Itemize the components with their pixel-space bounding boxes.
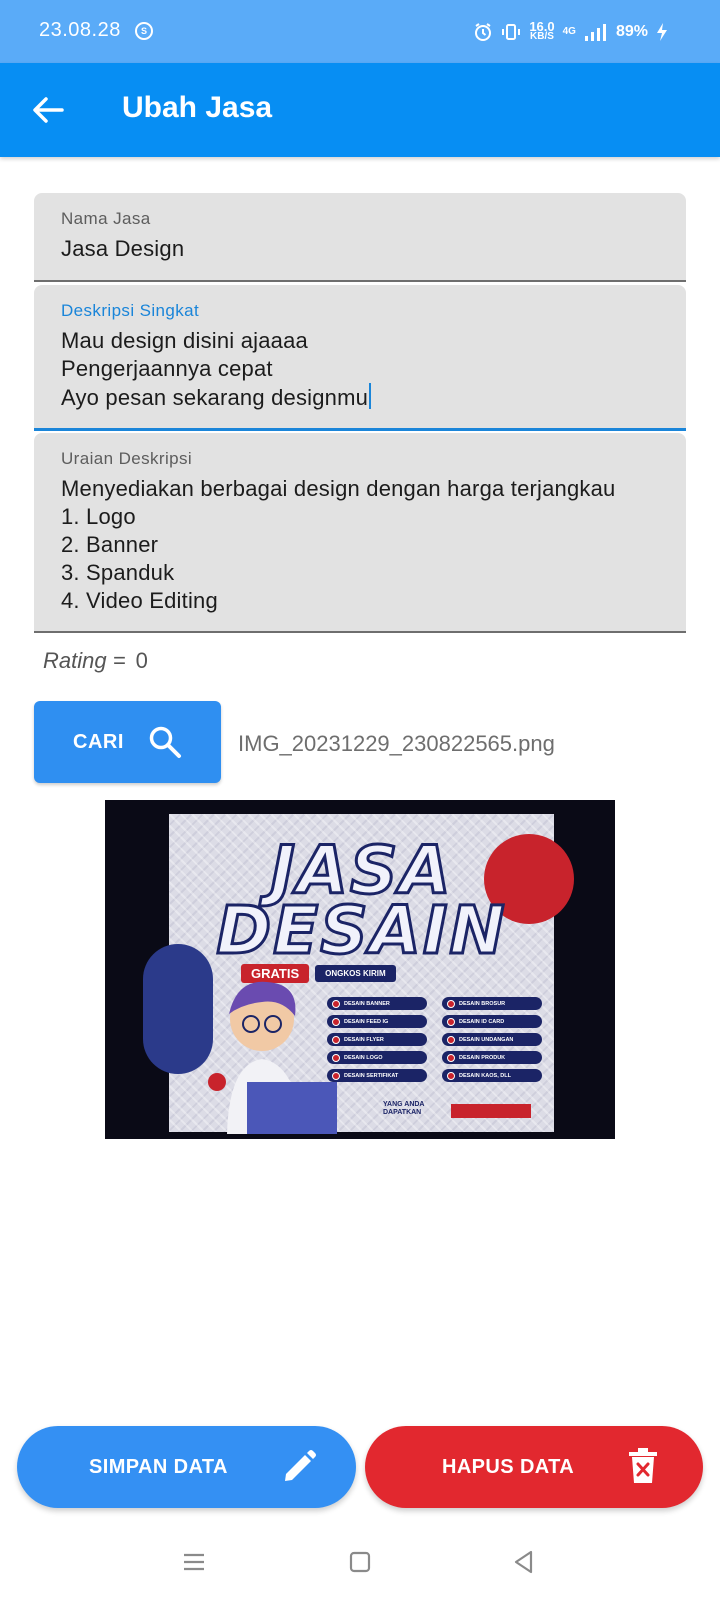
selected-file-name: IMG_20231229_230822565.png <box>238 731 555 756</box>
poster-item: DESAIN FLYER <box>327 1033 427 1046</box>
deskripsi-singkat-label: Deskripsi Singkat <box>61 301 200 320</box>
image-preview: JASA DESAIN GRATIS ONGKOS KIRIM DESAIN B… <box>105 800 615 1139</box>
poster-list-right: DESAIN BROSUR DESAIN ID CARD DESAIN UNDA… <box>442 997 542 1082</box>
poster-footer-line1: YANG ANDA <box>383 1101 425 1108</box>
poster-item: DESAIN BROSUR <box>442 997 542 1010</box>
poster-footer: YANG ANDA DAPATKAN <box>383 1101 425 1117</box>
nama-jasa-field[interactable]: Nama Jasa Jasa Design <box>34 193 686 282</box>
page-title: Ubah Jasa <box>122 91 273 124</box>
poster-character-illustration <box>208 981 337 1134</box>
home-icon[interactable] <box>344 1546 376 1578</box>
poster-list-left: DESAIN BANNER DESAIN FEED IG DESAIN FLYE… <box>327 997 427 1082</box>
poster-item: DESAIN BANNER <box>327 997 427 1010</box>
rating-label: Rating = <box>43 648 126 673</box>
hapus-data-label: HAPUS DATA <box>442 1455 575 1478</box>
uraian-deskripsi-label: Uraian Deskripsi <box>61 449 193 468</box>
poster-item: DESAIN ID CARD <box>442 1015 542 1028</box>
network-speed: 16.0 KB/S <box>529 20 554 42</box>
deskripsi-singkat-input[interactable]: Mau design disini ajaaaa Pengerjaannya c… <box>61 327 659 412</box>
status-icons: 16.0 KB/S 4G 89% <box>473 20 668 44</box>
battery-percent: 89% <box>615 23 648 40</box>
poster-item: DESAIN KAOS, DLL <box>442 1069 542 1082</box>
uraian-deskripsi-field[interactable]: Uraian Deskripsi Menyediakan berbagai de… <box>34 433 686 633</box>
simpan-data-button[interactable]: SIMPAN DATA <box>17 1426 356 1508</box>
nama-jasa-input[interactable]: Jasa Design <box>61 235 659 263</box>
poster-footer-line2: DAPATKAN <box>383 1109 422 1116</box>
recent-apps-icon[interactable] <box>178 1546 210 1578</box>
alarm-icon <box>475 23 492 41</box>
cari-button-label: CARI <box>73 730 124 753</box>
app-bar: Ubah Jasa <box>0 63 720 157</box>
rating-display: Rating = 0 <box>43 648 148 674</box>
simpan-data-label: SIMPAN DATA <box>89 1455 228 1478</box>
back-button[interactable] <box>28 90 68 130</box>
vibrate-icon <box>502 24 521 40</box>
deskripsi-singkat-text: Mau design disini ajaaaa Pengerjaannya c… <box>61 328 369 410</box>
charging-icon <box>657 23 667 41</box>
status-time: 23.08.28 <box>39 19 121 41</box>
back-nav-icon[interactable] <box>508 1546 540 1578</box>
text-caret <box>369 383 372 409</box>
network-type-label: 4G <box>562 26 576 37</box>
poster-title-line2: DESAIN <box>215 891 507 971</box>
rating-value: 0 <box>135 648 148 673</box>
poster-image: JASA DESAIN GRATIS ONGKOS KIRIM DESAIN B… <box>143 814 574 1134</box>
status-bar: 23.08.28 S 16.0 KB/S 4G 89% <box>0 0 720 63</box>
arrow-left-icon <box>33 97 64 123</box>
trash-icon <box>629 1448 657 1483</box>
poster-item: DESAIN PRODUK <box>442 1051 542 1064</box>
poster-item: DESAIN LOGO <box>327 1051 427 1064</box>
pencil-icon <box>285 1450 316 1481</box>
poster-footer-box <box>451 1104 531 1118</box>
hapus-data-button[interactable]: HAPUS DATA <box>365 1426 703 1508</box>
nama-jasa-label: Nama Jasa <box>61 209 151 228</box>
system-navigation-bar <box>0 1520 720 1600</box>
deskripsi-singkat-field[interactable]: Deskripsi Singkat Mau design disini ajaa… <box>34 285 686 431</box>
sync-icon: S <box>135 22 153 40</box>
poster-item: DESAIN SERTIFIKAT <box>327 1069 427 1082</box>
search-icon <box>149 726 181 758</box>
poster-item: DESAIN FEED IG <box>327 1015 427 1028</box>
signal-icon <box>584 24 606 41</box>
cari-image-button[interactable]: CARI <box>34 701 221 783</box>
network-speed-unit: KB/S <box>530 31 554 42</box>
poster-item: DESAIN UNDANGAN <box>442 1033 542 1046</box>
uraian-deskripsi-input[interactable]: Menyediakan berbagai design dengan harga… <box>61 475 659 615</box>
